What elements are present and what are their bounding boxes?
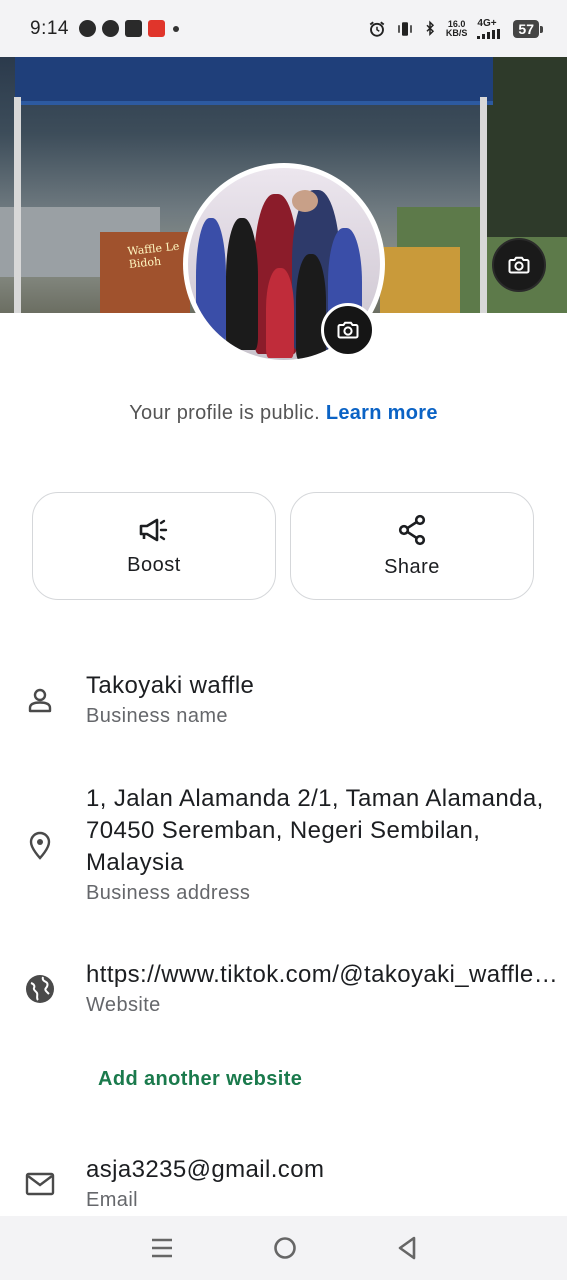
share-button[interactable]: Share <box>290 492 534 600</box>
facebook-icon <box>101 20 119 37</box>
business-name-value: Takoyaki waffle <box>86 672 255 699</box>
business-address-caption: Business address <box>86 882 251 904</box>
add-another-website-link[interactable]: Add another website <box>98 1068 302 1091</box>
location-pin-icon <box>24 829 56 861</box>
recent-apps-icon[interactable] <box>150 1237 174 1259</box>
business-address-value: 1, Jalan Alamanda 2/1, Taman Alamanda, 7… <box>86 785 544 876</box>
email-caption: Email <box>86 1189 139 1211</box>
home-icon[interactable] <box>273 1236 297 1260</box>
public-notice-text: Your profile is public. <box>129 402 320 424</box>
boost-button[interactable]: Boost <box>32 492 276 600</box>
envelope-icon <box>24 1168 56 1200</box>
megaphone-icon <box>139 518 168 541</box>
bluetooth-icon <box>426 19 434 36</box>
profile-public-notice: Your profile is public. Learn more <box>0 402 567 425</box>
person-icon <box>24 684 56 716</box>
share-icon <box>398 514 426 545</box>
network-type: 4G+ <box>477 18 497 29</box>
boost-label: Boost <box>127 553 181 576</box>
status-time: 9:14 <box>30 17 69 39</box>
camera-icon <box>337 321 359 339</box>
business-name-caption: Business name <box>86 705 228 727</box>
signal-indicator: 4G+ <box>477 18 503 39</box>
share-label: Share <box>384 555 440 578</box>
edit-profile-picture-button[interactable] <box>321 303 375 357</box>
email-value: asja3235@gmail.com <box>86 1156 325 1183</box>
globe-icon <box>24 973 56 1005</box>
shopping-bag-icon <box>124 20 142 37</box>
camera-icon <box>508 256 530 274</box>
network-speed: 16.0 KB/S <box>445 18 468 38</box>
system-navigation-bar <box>0 1216 567 1280</box>
edit-cover-photo-button[interactable] <box>492 238 546 292</box>
battery-indicator: 57 <box>513 19 543 38</box>
vibrate-icon <box>398 21 412 36</box>
alarm-icon <box>369 21 385 37</box>
more-notifications-icon <box>172 25 179 32</box>
video-play-icon <box>147 20 165 37</box>
learn-more-link[interactable]: Learn more <box>326 402 438 424</box>
website-value: https://www.tiktok.com/@takoyaki_waffle_… <box>86 961 559 988</box>
messenger-icon <box>78 20 96 37</box>
status-bar: 9:14 16.0 KB/S 4G+ 57 <box>0 0 567 57</box>
signal-bars-icon <box>477 29 501 39</box>
website-caption: Website <box>86 994 161 1016</box>
back-icon[interactable] <box>396 1236 418 1260</box>
